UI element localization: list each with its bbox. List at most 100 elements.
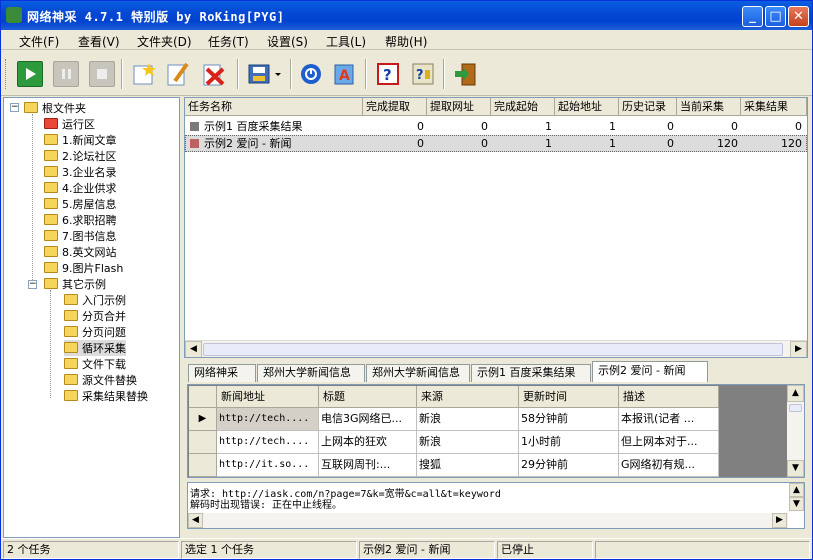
app-icon xyxy=(6,7,22,23)
grid-cell[interactable]: 本报讯(记者 ... xyxy=(619,408,719,431)
tab-main[interactable]: 网络神采 xyxy=(188,364,256,382)
tree-subitem-selected[interactable]: 循环采集 xyxy=(64,340,126,356)
grid-cell[interactable]: 新浪 xyxy=(417,408,519,431)
column-header[interactable]: 采集结果 xyxy=(741,98,807,116)
scroll-right-icon[interactable]: ▶ xyxy=(772,513,787,528)
grid-cell[interactable]: http://it.so... xyxy=(217,454,319,477)
row-pointer-icon[interactable]: ▶ xyxy=(189,408,217,431)
grid-cell[interactable]: 58分钟前 xyxy=(519,408,619,431)
tree-item[interactable]: 3.企业名录 xyxy=(44,164,117,180)
scroll-left-icon[interactable]: ◀ xyxy=(185,341,202,357)
tree-item[interactable]: 5.房屋信息 xyxy=(44,196,117,212)
tree-item[interactable]: 7.图书信息 xyxy=(44,228,117,244)
maximize-button[interactable]: □ xyxy=(765,6,786,27)
grid-cell[interactable]: http://tech.... xyxy=(217,408,319,431)
toolbar-grip[interactable] xyxy=(5,59,8,89)
grid-cell[interactable]: 互联网周刊:... xyxy=(319,454,417,477)
tree-item[interactable]: 8.英文网站 xyxy=(44,244,117,260)
collapse-icon[interactable]: − xyxy=(28,280,37,289)
tree-subitem[interactable]: 源文件替换 xyxy=(64,372,137,388)
folder-tree: − 根文件夹 运行区 1.新闻文章 2.论坛社区 3.企业名录 4.企业供求 5… xyxy=(3,97,180,538)
new-task-icon[interactable] xyxy=(131,61,157,87)
tab-news1[interactable]: 郑州大学新闻信息 xyxy=(257,364,365,382)
grid-cell[interactable]: G网络初有规... xyxy=(619,454,719,477)
tree-item[interactable]: 2.论坛社区 xyxy=(44,148,117,164)
column-header[interactable]: 起始地址 xyxy=(555,98,619,116)
about-icon[interactable]: ? xyxy=(410,61,436,87)
column-header[interactable]: 当前采集 xyxy=(677,98,741,116)
column-header[interactable]: 完成起始 xyxy=(491,98,555,116)
tree-item[interactable]: 9.图片Flash xyxy=(44,260,123,276)
grid-cell[interactable]: 29分钟前 xyxy=(519,454,619,477)
help-icon[interactable]: ? xyxy=(375,61,401,87)
tree-subitem[interactable]: 分页问题 xyxy=(64,324,126,340)
exit-icon[interactable] xyxy=(453,61,479,87)
grid-cell[interactable]: 但上网本对于... xyxy=(619,431,719,454)
tab-example2[interactable]: 示例2 爱问 - 新闻 xyxy=(592,361,708,382)
minimize-button[interactable]: _ xyxy=(742,6,763,27)
scroll-down-icon[interactable]: ▼ xyxy=(787,460,804,477)
column-header[interactable]: 标题 xyxy=(319,386,417,408)
stop-icon[interactable] xyxy=(89,61,115,87)
scroll-up-icon[interactable]: ▲ xyxy=(787,385,804,402)
scroll-left-icon[interactable]: ◀ xyxy=(188,513,203,528)
menu-file[interactable]: 文件(F) xyxy=(19,33,59,50)
column-header[interactable]: 任务名称 xyxy=(185,98,363,116)
tree-item[interactable]: 运行区 xyxy=(44,116,95,132)
task-row-selected[interactable]: 示例2 爱问 - 新闻 0 0 1 1 0 120 120 xyxy=(185,135,807,152)
dropdown-arrow-icon[interactable] xyxy=(273,61,283,87)
tree-item[interactable]: 4.企业供求 xyxy=(44,180,117,196)
column-header[interactable]: 完成提取 xyxy=(363,98,427,116)
menu-folder[interactable]: 文件夹(D) xyxy=(137,33,192,50)
collapse-icon[interactable]: − xyxy=(10,103,19,112)
scroll-thumb[interactable] xyxy=(203,343,783,356)
grid-cell[interactable]: 新浪 xyxy=(417,431,519,454)
grid-cell[interactable]: 1小时前 xyxy=(519,431,619,454)
edit-task-icon[interactable] xyxy=(165,61,191,87)
column-header[interactable]: 来源 xyxy=(417,386,519,408)
scroll-down-icon[interactable]: ▼ xyxy=(789,497,804,511)
tree-subitem[interactable]: 文件下载 xyxy=(64,356,126,372)
column-header[interactable]: 历史记录 xyxy=(619,98,677,116)
grid-cell[interactable]: 上网本的狂欢 xyxy=(319,431,417,454)
grid-cell[interactable]: http://tech.... xyxy=(217,431,319,454)
tree-item[interactable]: 1.新闻文章 xyxy=(44,132,117,148)
tab-example1[interactable]: 示例1 百度采集结果 xyxy=(471,364,591,382)
close-icon: ✕ xyxy=(793,9,804,24)
column-header[interactable]: 描述 xyxy=(619,386,719,408)
menu-help[interactable]: 帮助(H) xyxy=(385,33,427,50)
column-header[interactable]: 更新时间 xyxy=(519,386,619,408)
tab-news2[interactable]: 郑州大学新闻信息 xyxy=(366,364,470,382)
tree-root[interactable]: 根文件夹 xyxy=(24,100,86,116)
log-hscrollbar[interactable]: ◀ ▶ xyxy=(188,513,788,528)
grid-cell[interactable]: 电信3G网络已... xyxy=(319,408,417,431)
tree-subitem[interactable]: 入门示例 xyxy=(64,292,126,308)
horizontal-scrollbar[interactable]: ◀ ▶ xyxy=(185,340,807,357)
menu-settings[interactable]: 设置(S) xyxy=(267,33,308,50)
tree-item[interactable]: 6.求职招聘 xyxy=(44,212,117,228)
save-icon[interactable] xyxy=(246,61,272,87)
log-output[interactable]: 请求: http://iask.com/n?page=7&k=宽带&c=all&… xyxy=(187,482,805,529)
menu-task[interactable]: 任务(T) xyxy=(208,33,249,50)
vertical-scrollbar[interactable]: ▲ ▼ xyxy=(787,385,804,477)
info-icon[interactable] xyxy=(298,61,324,87)
tree-subitem[interactable]: 分页合并 xyxy=(64,308,126,324)
menu-view[interactable]: 查看(V) xyxy=(78,33,120,50)
tree-item[interactable]: 其它示例 xyxy=(44,276,106,292)
scroll-thumb[interactable] xyxy=(789,404,802,412)
menu-tools[interactable]: 工具(L) xyxy=(326,33,366,50)
close-button[interactable]: ✕ xyxy=(788,6,809,27)
grid-cell[interactable]: 搜狐 xyxy=(417,454,519,477)
pause-icon[interactable] xyxy=(53,61,79,87)
task-row[interactable]: 示例1 百度采集结果 0 0 1 1 0 0 0 xyxy=(185,118,807,135)
auto-icon[interactable]: A xyxy=(331,61,357,87)
scroll-up-icon[interactable]: ▲ xyxy=(789,483,804,497)
row-header[interactable] xyxy=(189,454,217,477)
delete-task-icon[interactable] xyxy=(201,61,227,87)
scroll-right-icon[interactable]: ▶ xyxy=(790,341,807,357)
column-header[interactable]: 提取网址 xyxy=(427,98,491,116)
start-icon[interactable] xyxy=(17,61,43,87)
row-header[interactable] xyxy=(189,431,217,454)
tree-subitem[interactable]: 采集结果替换 xyxy=(64,388,148,404)
column-header[interactable]: 新闻地址 xyxy=(217,386,319,408)
